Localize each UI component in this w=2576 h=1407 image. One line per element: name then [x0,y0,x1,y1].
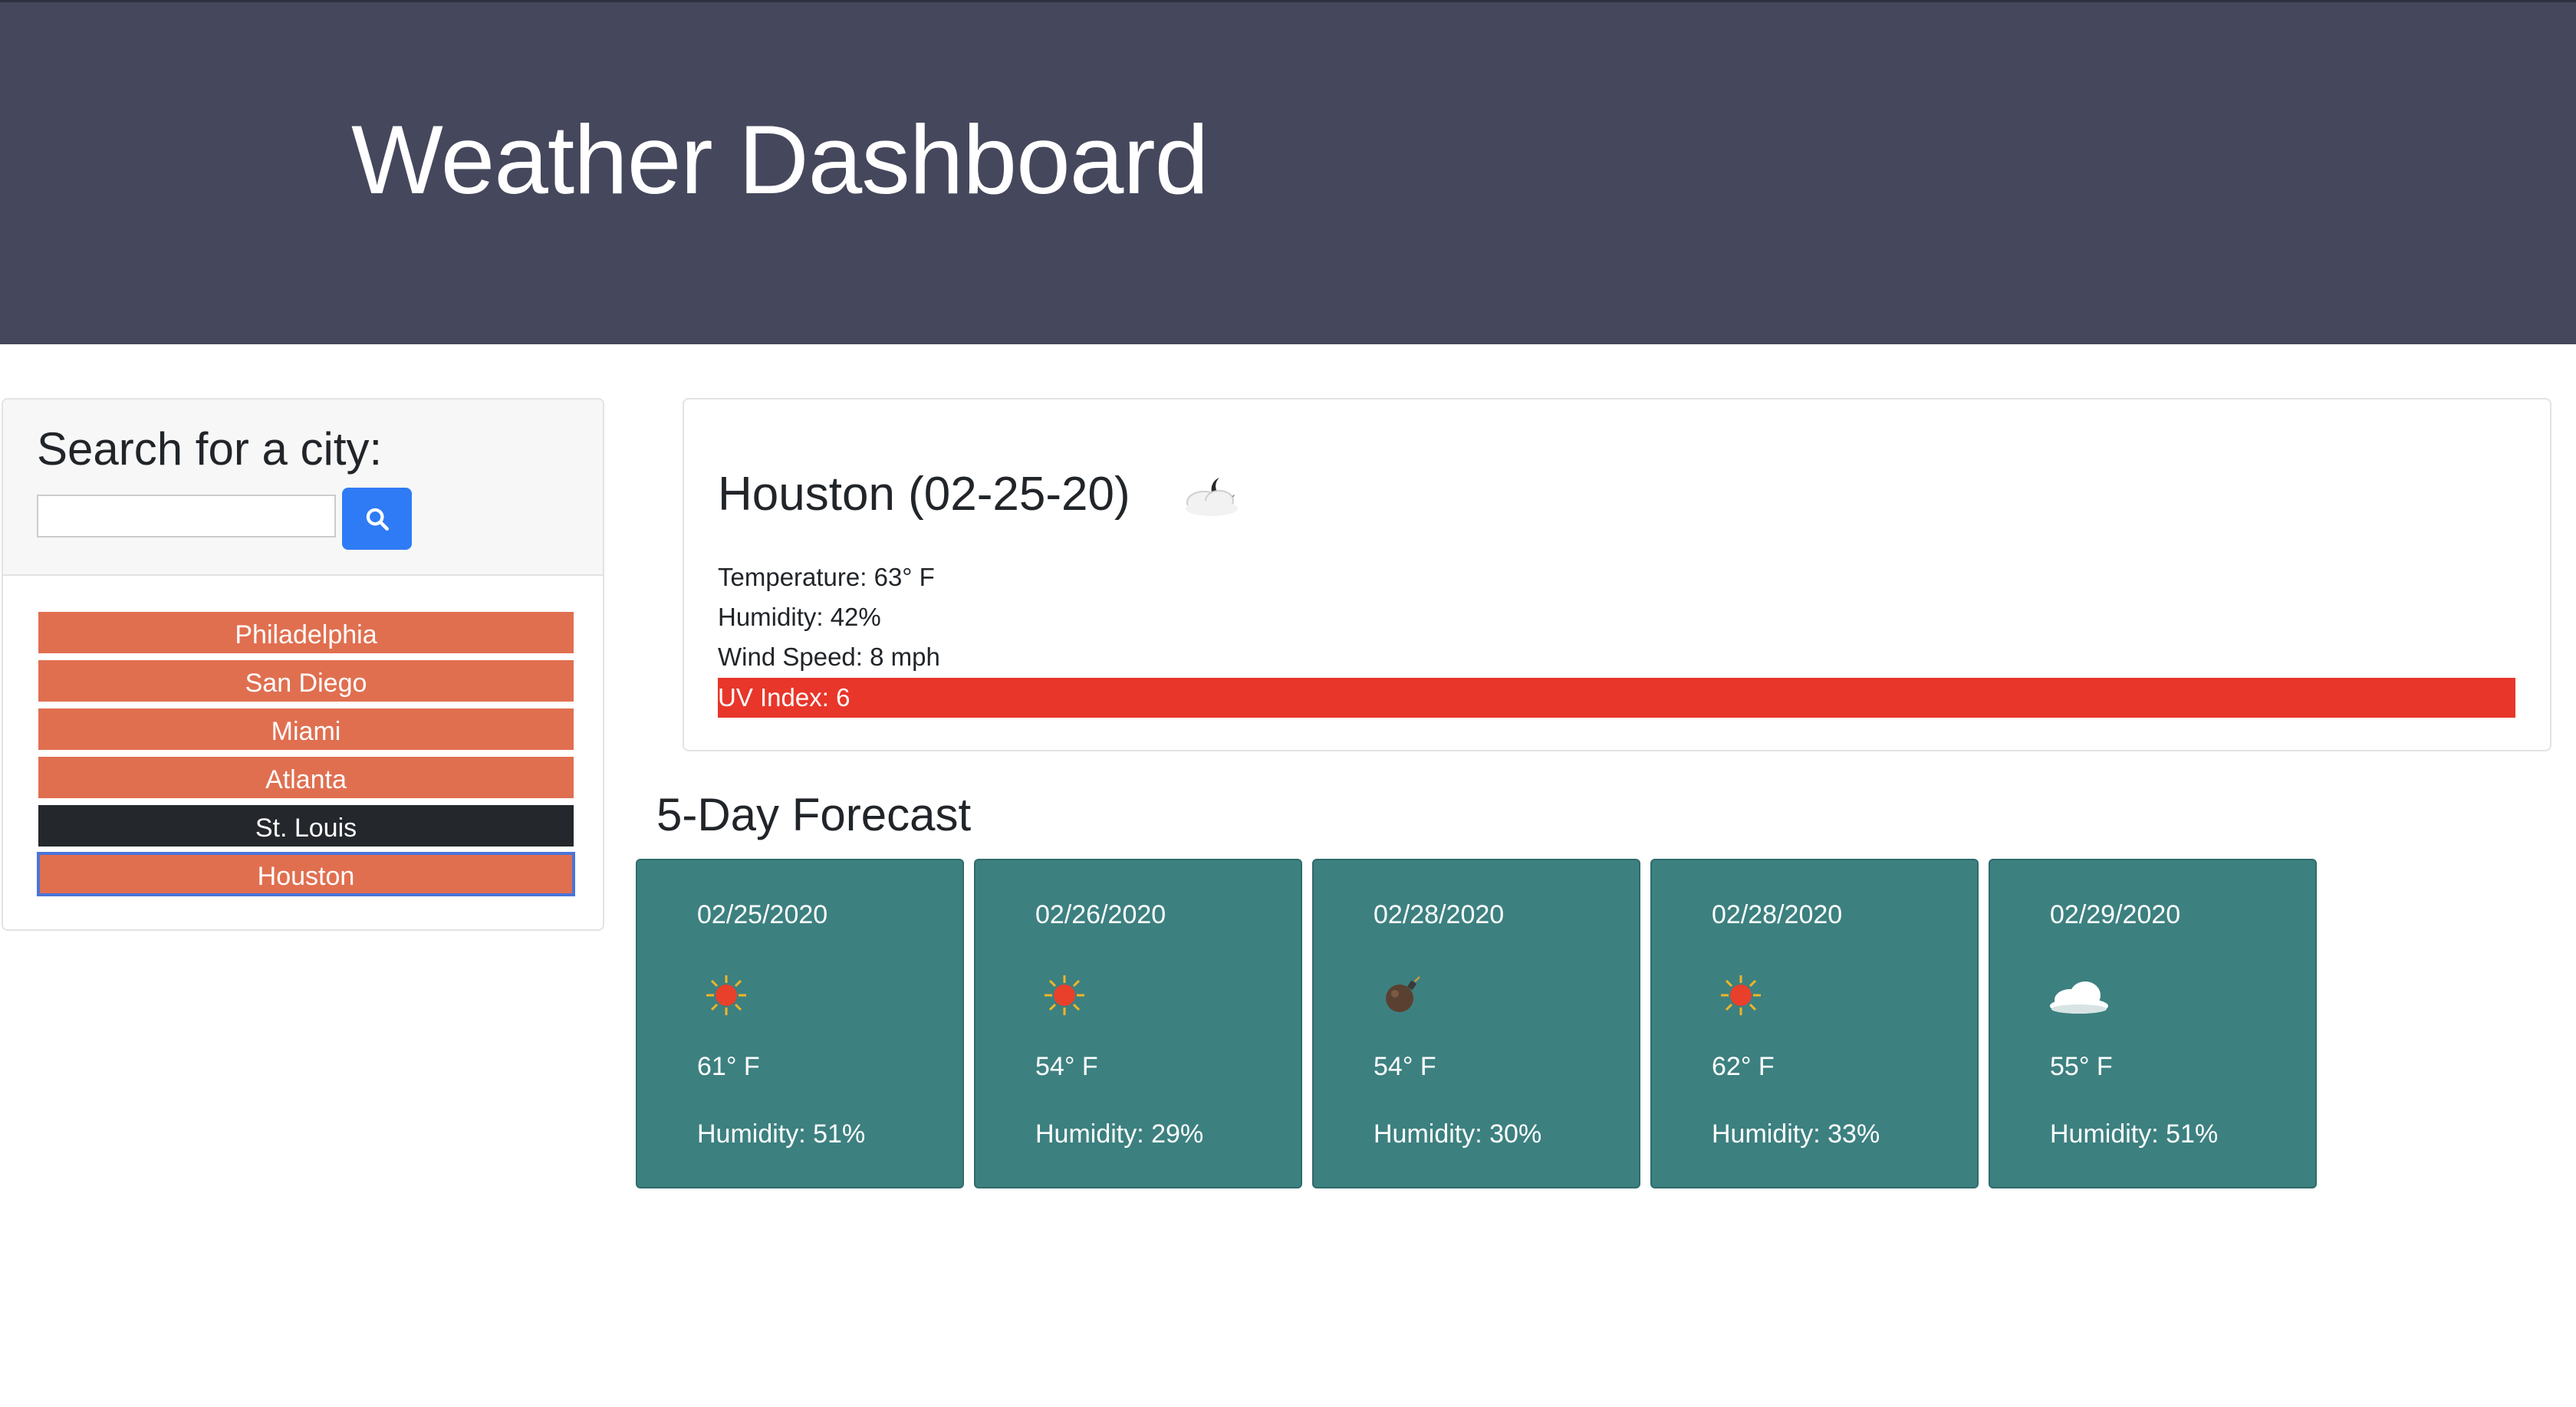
page-header: Weather Dashboard [0,0,2576,344]
forecast-date: 02/29/2020 [2050,900,2181,929]
forecast-card: 02/28/2020 54° F Humidity: 30% [1312,859,1640,1188]
forecast-date: 02/25/2020 [697,900,828,929]
sun-icon [1721,975,1761,1015]
current-wind-speed: Wind Speed: 8 mph [718,643,940,671]
current-humidity: Humidity: 42% [718,603,881,631]
forecast-date: 02/28/2020 [1374,900,1505,929]
bomb-icon [1386,976,1420,1012]
forecast-date: 02/26/2020 [1035,900,1166,929]
current-weather-panel: Houston (02-25-20) Temperature: 63° F Hu… [683,398,2551,751]
sun-icon [1045,975,1084,1015]
forecast-temp: 61° F [697,1052,760,1081]
search-button[interactable] [342,488,412,550]
city-history-list: Philadelphia San Diego Miami Atlanta St.… [37,610,575,900]
forecast-humidity: Humidity: 29% [1035,1119,1204,1149]
search-title: Search for a city: [37,423,383,475]
forecast-date: 02/28/2020 [1712,900,1843,929]
search-panel: Search for a city: [3,399,603,576]
city-button-miami[interactable]: Miami [37,707,575,751]
cloud-night-icon [1186,478,1238,516]
city-button-san-diego[interactable]: San Diego [37,659,575,703]
forecast-temp: 55° F [2050,1052,2113,1081]
cloud-icon [2050,981,2108,1014]
forecast-temp: 54° F [1374,1052,1436,1081]
forecast-humidity: Humidity: 51% [2050,1119,2219,1149]
forecast-humidity: Humidity: 51% [697,1119,866,1149]
forecast-temp: 62° F [1712,1052,1775,1081]
forecast-temp: 54° F [1035,1052,1098,1081]
search-input[interactable] [37,495,336,537]
city-button-houston[interactable]: Houston [37,852,575,896]
forecast-humidity: Humidity: 30% [1374,1119,1542,1149]
forecast-card: 02/29/2020 55° F Humidity: 51% [1989,859,2317,1188]
forecast-card: 02/28/2020 62° F Humidity: 33% [1650,859,1979,1188]
sun-icon [706,975,746,1015]
page-title: Weather Dashboard [351,105,1209,214]
search-icon [366,508,389,531]
city-button-atlanta[interactable]: Atlanta [37,755,575,800]
uv-index-badge: UV Index: 6 [718,678,2515,718]
city-button-st-louis[interactable]: St. Louis [37,804,575,848]
current-city-title: Houston (02-25-20) [718,468,1130,521]
forecast-humidity: Humidity: 33% [1712,1119,1880,1149]
search-sidebar: Search for a city: Philadelphia San Dieg… [2,398,604,931]
forecast-card: 02/25/2020 61° F Humidity: 51% [636,859,964,1188]
forecast-card: 02/26/2020 54° F Humidity: 29% [974,859,1302,1188]
forecast-title: 5-Day Forecast [656,789,972,840]
current-temperature: Temperature: 63° F [718,563,935,591]
city-button-philadelphia[interactable]: Philadelphia [37,610,575,655]
